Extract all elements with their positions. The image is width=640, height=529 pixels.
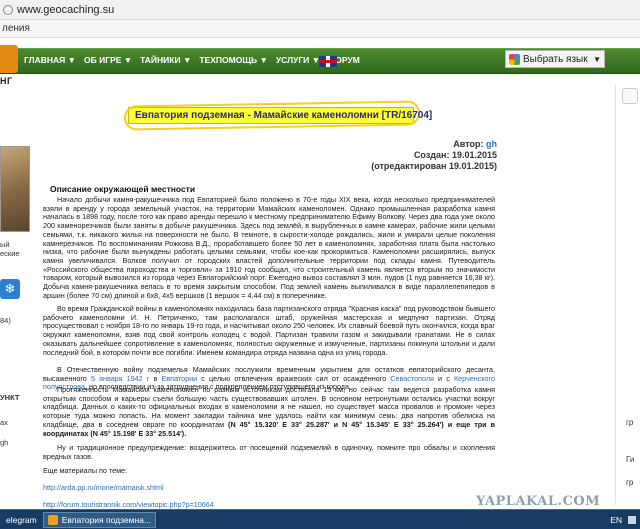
page-title: Евпатория подземная - Мамайские каменоло… — [135, 110, 433, 121]
right-text: гр — [626, 478, 634, 487]
nav-item-about[interactable]: ОБ ИГРЕ ▼ — [84, 55, 132, 65]
snowflake-icon[interactable]: ❄ — [0, 279, 20, 299]
author-line: Автор: gh — [453, 139, 497, 149]
edited-date: (отредактирован 19.01.2015) — [371, 161, 497, 171]
watermark: YAPLAKAL.COM — [476, 494, 601, 509]
url-text[interactable]: www.geocaching.su — [17, 4, 114, 16]
right-panel — [615, 85, 640, 505]
taskbar-item-browser[interactable]: Евпатория подземна... — [42, 511, 156, 528]
external-link-1[interactable]: http://arda.pp.ru/morie/mamaisk.shtml — [43, 483, 164, 492]
google-icon — [509, 53, 520, 65]
section-heading: Описание окружающей местности — [50, 184, 196, 194]
paragraph-5: Ну и традиционное предупреждение: воздер… — [43, 443, 495, 461]
translate-label: Выбрать язык — [523, 53, 588, 65]
site-logo-text: НГ — [0, 76, 13, 86]
chevron-down-icon: ▼ — [593, 54, 601, 64]
browser-icon — [47, 514, 58, 525]
sidebar-text: еские — [0, 249, 20, 258]
translate-select[interactable]: Выбрать язык ▼ — [505, 50, 605, 68]
sidebar-text: ый — [0, 240, 10, 249]
more-label: Еще материалы по теме: — [43, 466, 128, 475]
nav-item-services[interactable]: УСЛУГИ ▼ — [276, 55, 320, 65]
link-evpatoria[interactable]: Евпатории — [162, 374, 198, 383]
sidebar-text: ах — [0, 418, 8, 427]
site-nav: ГЛАВНАЯ ▼ ОБ ИГРЕ ▼ ТАЙНИКИ ▼ ТЕХПОМОЩЬ … — [24, 55, 360, 65]
created-date: Создан: 19.01.2015 — [413, 150, 497, 160]
sidebar-text[interactable]: УНКТ — [0, 393, 19, 402]
taskbar: elegram Евпатория подземна... EN — [0, 509, 640, 529]
nav-item-help[interactable]: ТЕХПОМОЩЬ ▼ — [199, 55, 268, 65]
external-link-2[interactable]: http://forum.touristrannik.com/viewtopic… — [43, 500, 214, 509]
sidebar-text: 84) — [0, 316, 11, 325]
nav-item-caches[interactable]: ТАЙНИКИ ▼ — [140, 55, 191, 65]
author-link[interactable]: gh — [486, 139, 497, 149]
info-icon[interactable] — [622, 88, 638, 104]
globe-icon — [3, 4, 13, 15]
right-text: гр — [626, 418, 634, 427]
nav-item-home[interactable]: ГЛАВНАЯ ▼ — [24, 55, 76, 65]
bookmark-item[interactable]: ления — [2, 23, 30, 34]
tray-language[interactable]: EN — [610, 515, 622, 525]
taskbar-item-telegram[interactable]: elegram — [2, 512, 41, 528]
paragraph-2: Во время Гражданской войны в каменоломня… — [43, 304, 495, 357]
paragraph-4: Протяженность Мамайских каменоломен по р… — [43, 385, 495, 438]
system-tray: EN — [610, 510, 640, 529]
link-sevastopol[interactable]: Севастополя — [390, 374, 434, 383]
uk-flag-icon[interactable] — [319, 56, 337, 67]
link-date[interactable]: 5 января 1942 г — [91, 374, 149, 383]
right-text: Ги — [626, 455, 635, 464]
bookmarks-bar: ления — [0, 20, 640, 38]
site-logo-icon[interactable] — [0, 45, 18, 73]
paragraph-1: Начало добычи камня-ракушечника под Евпа… — [43, 195, 495, 300]
cache-photo[interactable] — [0, 146, 30, 232]
address-bar[interactable]: www.geocaching.su — [0, 0, 640, 20]
sidebar-text: gh — [0, 438, 9, 447]
tray-icon[interactable] — [628, 516, 636, 524]
